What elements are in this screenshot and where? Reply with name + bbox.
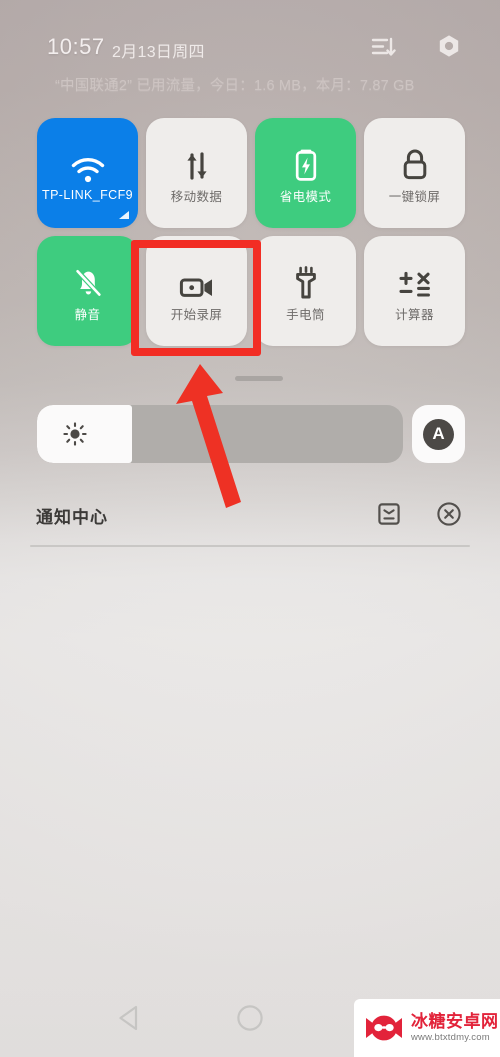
watermark-site-name: 冰糖安卓网	[411, 1012, 499, 1032]
clear-all-icon[interactable]	[436, 501, 462, 527]
wifi-icon	[69, 144, 107, 184]
tile-flashlight[interactable]: 手电筒	[255, 236, 356, 346]
brightness-sun-icon	[63, 422, 87, 446]
brightness-row: A	[37, 405, 465, 463]
auto-brightness-button[interactable]: A	[412, 405, 465, 463]
battery-saver-icon	[293, 142, 319, 182]
panel-drag-handle[interactable]	[235, 376, 283, 381]
auto-brightness-label: A	[423, 418, 454, 450]
tile-screen-record[interactable]: 开始录屏	[146, 236, 247, 346]
notification-divider	[30, 545, 470, 547]
tile-label: 手电筒	[286, 307, 325, 322]
tile-lock-screen[interactable]: 一键锁屏	[364, 118, 465, 228]
status-bar-date: 2月13日周四	[112, 44, 205, 61]
tile-label: 移动数据	[170, 189, 223, 204]
tile-wifi[interactable]: TP-LINK_FCF9	[37, 118, 138, 228]
tile-label: 开始录屏	[170, 307, 223, 322]
tile-label: 一键锁屏	[388, 189, 441, 204]
quick-settings-row: 静音 开始录屏 手电筒 计算器	[37, 236, 465, 346]
nav-back-button[interactable]	[110, 998, 150, 1038]
notification-center-title: 通知中心	[36, 508, 108, 527]
tile-label: TP-LINK_FCF9	[42, 188, 133, 202]
tile-corner-marker	[119, 211, 129, 219]
quick-settings-row: TP-LINK_FCF9 移动数据 省电模式 一键锁屏	[37, 118, 465, 228]
tile-battery-saver[interactable]: 省电模式	[255, 118, 356, 228]
watermark-url: www.btxtdmy.com	[411, 1031, 490, 1043]
nav-home-button[interactable]	[230, 998, 270, 1038]
candy-gamepad-logo-icon	[366, 1015, 402, 1041]
flashlight-icon	[292, 260, 320, 300]
status-bar: 10:57 2月13日周四	[0, 34, 500, 66]
status-bar-icons	[368, 32, 464, 62]
screen-record-icon	[178, 260, 216, 300]
quick-settings-grid: TP-LINK_FCF9 移动数据 省电模式 一键锁屏 静音 开始录屏 手电筒 …	[37, 118, 465, 354]
tile-mobile-data[interactable]: 移动数据	[146, 118, 247, 228]
mobile-data-icon	[182, 142, 212, 182]
notification-center-actions	[376, 501, 462, 527]
tile-calculator[interactable]: 计算器	[364, 236, 465, 346]
sort-list-icon[interactable]	[368, 32, 398, 62]
notification-settings-icon[interactable]	[376, 501, 402, 527]
status-bar-clock: 10:57	[47, 34, 105, 59]
lock-icon	[400, 142, 430, 182]
tile-label: 静音	[74, 307, 101, 322]
data-usage-text: “中国联通2” 已用流量，今日：1.6 MB，本月：7.87 GB	[55, 78, 415, 94]
brightness-slider[interactable]	[37, 405, 403, 463]
bell-mute-icon	[72, 260, 104, 300]
tile-label: 省电模式	[279, 189, 332, 204]
tile-label: 计算器	[395, 307, 434, 322]
settings-gear-icon[interactable]	[434, 32, 464, 62]
site-watermark: 冰糖安卓网 www.btxtdmy.com	[354, 999, 500, 1057]
watermark-text: 冰糖安卓网 www.btxtdmy.com	[411, 1013, 499, 1043]
calculator-icon	[398, 260, 432, 300]
tile-mute[interactable]: 静音	[37, 236, 138, 346]
